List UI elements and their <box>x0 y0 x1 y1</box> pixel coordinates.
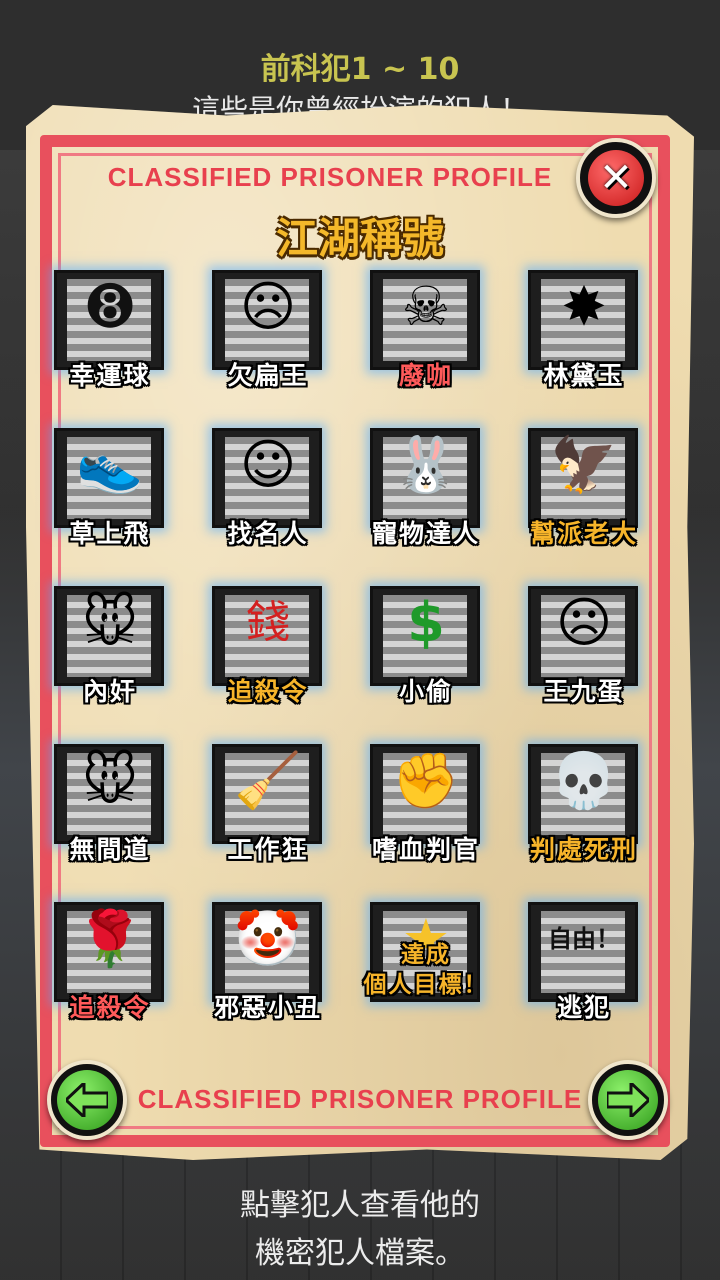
pet-animals-icon: 🐰 <box>392 433 460 496</box>
tile-label: 內奸 <box>82 677 137 706</box>
prisoner-tile[interactable]: ☹ 王九蛋 <box>522 578 646 706</box>
arrow-left-icon <box>57 1070 117 1130</box>
tile-label: 幸運球 <box>69 361 151 390</box>
celebrity-woman-icon: ☺ <box>239 433 297 496</box>
tile-label: 廢咖 <box>398 361 453 390</box>
money-seal-icon: 錢 <box>246 597 290 648</box>
sneaker-old-man-icon: 👟 <box>76 433 144 496</box>
prisoner-bald-icon: ☹ <box>239 275 297 338</box>
soap-broom-icon: 🧹 <box>234 749 302 812</box>
tile-label: 欠扁王 <box>227 361 309 390</box>
prisoner-tile[interactable]: 🦅 幫派老大 <box>522 420 646 548</box>
tile-label: 判處死刑 <box>529 835 638 864</box>
banner-top: CLASSIFIED PRISONER PROFILE <box>107 162 553 192</box>
prisoner-grid: ➑ 幸運球 ☹ 欠扁王 ☠ 廢咖 ✸ 林黛玉 👟 草上飛 ☺ 找名人 🐰 寵物達人 🦅 幫派老大 🐭 內奸 錢追殺令… <box>48 262 674 1022</box>
prisoner-tile[interactable]: ★ 達成 個人目標！ <box>364 894 488 1018</box>
bloody-fist-icon: ✊ <box>392 749 460 812</box>
eight-ball-icon: ➑ <box>87 275 133 338</box>
prisoner-tile[interactable]: ➑ 幸運球 <box>48 262 172 390</box>
escaping-legs-icon: 自由！ <box>548 925 620 953</box>
tile-label: 草上飛 <box>69 519 151 548</box>
close-button[interactable]: ✕ <box>576 138 656 218</box>
prisoner-tile[interactable]: 👟 草上飛 <box>48 420 172 548</box>
tile-label: 逃犯 <box>556 993 611 1022</box>
page-title: 前科犯1 ~ 10 <box>260 52 460 87</box>
close-icon: ✕ <box>588 150 644 206</box>
tile-label: 嗜血判官 <box>371 835 480 864</box>
prisoner-tile[interactable]: 🧹 工作狂 <box>206 736 330 864</box>
prisoner-bald-icon: ☹ <box>555 591 613 654</box>
tile-label: 林黛玉 <box>543 361 625 390</box>
banner-bottom: CLASSIFIED PRISONER PROFILE <box>137 1084 583 1114</box>
prisoner-tile[interactable]: 🌹 追殺令 <box>48 894 172 1022</box>
mouse-face-icon: 🐭 <box>81 591 139 654</box>
prisoner-tile[interactable]: ☹ 欠扁王 <box>206 262 330 390</box>
tile-label: 達成 個人目標！ <box>363 942 489 998</box>
arrow-right-icon <box>598 1070 658 1130</box>
prisoner-tile[interactable]: ☠ 廢咖 <box>364 262 488 390</box>
prisoner-tile[interactable]: 💀 判處死刑 <box>522 736 646 864</box>
next-page-button[interactable] <box>588 1060 668 1140</box>
footer-line-2: 機密犯人檔案。 <box>255 1236 465 1271</box>
hanging-bird-icon: 🦅 <box>550 433 618 496</box>
jester-icon: 🤡 <box>234 907 302 970</box>
tile-label: 工作狂 <box>227 835 309 864</box>
tile-label: 王九蛋 <box>543 677 625 706</box>
prisoner-tile[interactable]: 🐰 寵物達人 <box>364 420 488 548</box>
prisoner-tile[interactable]: 🐭 無間道 <box>48 736 172 864</box>
tile-label: 追殺令 <box>69 993 151 1022</box>
prisoner-tile[interactable]: 自由！ 逃犯 <box>522 894 646 1022</box>
tile-label: 追殺令 <box>227 677 309 706</box>
tile-label: 小偷 <box>398 677 453 706</box>
tile-label: 幫派老大 <box>529 519 638 548</box>
tile-label: 無間道 <box>69 835 151 864</box>
prisoner-tile[interactable]: ✸ 林黛玉 <box>522 262 646 390</box>
tile-label: 寵物達人 <box>371 519 480 548</box>
prisoner-tile[interactable]: 🐭 內奸 <box>48 578 172 706</box>
prisoner-tile[interactable]: 錢追殺令 <box>206 578 330 706</box>
prisoner-tile[interactable]: 🤡 邪惡小丑 <box>206 894 330 1022</box>
skeleton-cell-icon: 💀 <box>550 749 618 812</box>
bandaged-prisoner-icon: ☠ <box>401 275 451 338</box>
footer-line-1: 點擊犯人查看他的 <box>240 1188 480 1223</box>
explosion-minus-icon: ✸ <box>561 275 607 338</box>
gun-rose-icon: 🌹 <box>76 907 144 970</box>
prisoner-tile[interactable]: ✊ 嗜血判官 <box>364 736 488 864</box>
mouse-face-icon: 🐭 <box>81 749 139 812</box>
prisoner-tile[interactable]: $ 小偷 <box>364 578 488 706</box>
prisoner-tile[interactable]: ☺ 找名人 <box>206 420 330 548</box>
tile-label: 找名人 <box>227 519 309 548</box>
tile-label: 邪惡小丑 <box>213 993 322 1022</box>
dollar-hand-icon: $ <box>407 591 445 654</box>
previous-page-button[interactable] <box>47 1060 127 1140</box>
